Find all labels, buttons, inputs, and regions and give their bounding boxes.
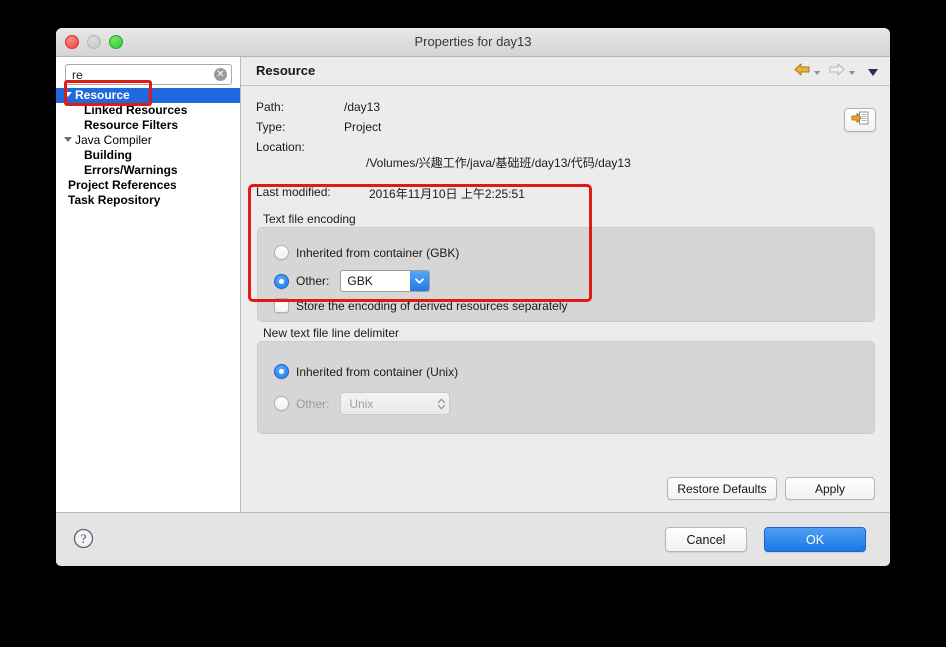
sidebar-item-resource-filters[interactable]: Resource Filters: [56, 118, 240, 133]
store-encoding-row[interactable]: Store the encoding of derived resources …: [274, 298, 568, 313]
type-label: Type:: [256, 120, 286, 134]
sidebar-item-building[interactable]: Building: [56, 148, 240, 163]
delimiter-other-radio[interactable]: [274, 396, 289, 411]
sidebar-item-label: Project References: [68, 178, 177, 192]
encoding-combo-value: GBK: [347, 274, 373, 288]
clear-search-icon[interactable]: ✕: [214, 68, 227, 81]
sidebar-item-label: Resource Filters: [84, 118, 179, 132]
last-modified-value: 2016年11月10日 上午2:25:51: [369, 187, 525, 201]
cancel-button[interactable]: Cancel: [665, 527, 747, 552]
chevron-down-icon[interactable]: [410, 271, 430, 291]
delimiter-stepper-value: Unix: [349, 396, 374, 411]
delimiter-stepper-select[interactable]: Unix: [340, 392, 451, 415]
panel-navigation: [794, 63, 878, 81]
back-arrow-icon[interactable]: [794, 63, 810, 81]
store-encoding-label: Store the encoding of derived resources …: [296, 298, 568, 313]
tree-expand-triangle-icon[interactable]: [64, 137, 72, 143]
preferences-tree: Resource Linked Resources Resource Filters…: [56, 88, 240, 208]
sidebar-item-label: Errors/Warnings: [84, 163, 178, 177]
delimiter-inherited-label: Inherited from container (Unix): [296, 364, 459, 379]
sidebar-item-linked-resources[interactable]: Linked Resources: [56, 103, 240, 118]
dialog-body: ✕ ResourceLinked ResourcesResource Filte…: [56, 57, 890, 513]
delimiter-other-row[interactable]: Other: Unix: [274, 392, 451, 415]
delimiter-inherited-radio[interactable]: [274, 364, 289, 379]
panel-header: Resource: [241, 57, 890, 86]
reveal-in-finder-icon: [851, 111, 869, 130]
window-titlebar: Properties for day13: [56, 28, 890, 57]
store-encoding-checkbox[interactable]: [274, 298, 289, 313]
window-title: Properties for day13: [414, 34, 532, 49]
delimiter-inherited-row[interactable]: Inherited from container (Unix): [274, 364, 458, 379]
encoding-other-radio[interactable]: [274, 273, 289, 289]
filter-search-wrapper: ✕: [65, 64, 232, 85]
back-history-dropdown-icon[interactable]: [814, 71, 820, 75]
sidebar-item-label: Task Repository: [68, 193, 161, 207]
dialog-footer: ? Cancel OK: [56, 512, 890, 566]
sidebar-item-label: Resource: [75, 88, 130, 102]
sidebar-item-task-repository[interactable]: Task Repository: [56, 193, 240, 208]
preferences-sidebar: ✕ ResourceLinked ResourcesResource Filte…: [56, 57, 241, 513]
encoding-group-title: Text file encoding: [263, 212, 356, 226]
sidebar-item-java-compiler[interactable]: Java Compiler: [56, 133, 240, 148]
encoding-inherited-row[interactable]: Inherited from container (GBK): [274, 245, 459, 260]
svg-text:?: ?: [81, 531, 87, 546]
resource-settings-panel: Resource Path: /day13 Type: Project Loca…: [241, 57, 890, 513]
encoding-group-box: Inherited from container (GBK) Other: GB…: [257, 227, 875, 322]
location-value: /Volumes/兴趣工作/java/基础班/day13/代码/day13: [366, 156, 631, 170]
path-value: /day13: [344, 100, 381, 114]
text-file-encoding-group: Text file encoding Inherited from contai…: [249, 212, 875, 322]
reveal-location-button[interactable]: [844, 108, 876, 132]
properties-dialog-window: Properties for day13 ✕ ResourceLinked Re…: [56, 28, 890, 566]
sidebar-item-label: Java Compiler: [75, 133, 152, 147]
help-question-icon[interactable]: ?: [73, 528, 94, 549]
sidebar-item-project-references[interactable]: Project References: [56, 178, 240, 193]
line-delimiter-group: New text file line delimiter Inherited f…: [249, 326, 875, 434]
sidebar-item-resource[interactable]: Resource: [56, 88, 240, 103]
sidebar-item-label: Linked Resources: [84, 103, 188, 117]
encoding-other-row[interactable]: Other: GBK: [274, 270, 431, 292]
sidebar-item-label: Building: [84, 148, 132, 162]
filter-search-input[interactable]: [65, 64, 232, 85]
delimiter-other-label: Other:: [296, 396, 330, 411]
apply-button[interactable]: Apply: [785, 477, 875, 500]
view-menu-triangle-icon[interactable]: [868, 68, 878, 76]
delimiter-group-box: Inherited from container (Unix) Other: U…: [257, 341, 875, 434]
tree-expand-triangle-icon[interactable]: [64, 92, 72, 98]
panel-title: Resource: [256, 63, 316, 78]
encoding-combo-box[interactable]: GBK: [340, 270, 431, 292]
encoding-inherited-label: Inherited from container (GBK): [296, 245, 460, 260]
stepper-up-down-icon[interactable]: [433, 393, 449, 414]
last-modified-label: Last modified:: [256, 185, 331, 199]
path-label: Path:: [256, 100, 285, 114]
encoding-other-label: Other:: [296, 274, 330, 288]
delimiter-group-title: New text file line delimiter: [263, 326, 400, 340]
ok-button[interactable]: OK: [764, 527, 866, 552]
forward-history-dropdown-icon: [849, 71, 855, 75]
sidebar-item-errors-warnings[interactable]: Errors/Warnings: [56, 163, 240, 178]
restore-defaults-button[interactable]: Restore Defaults: [667, 477, 777, 500]
forward-arrow-icon: [829, 63, 845, 81]
type-value: Project: [344, 120, 382, 134]
location-label: Location:: [256, 140, 305, 154]
encoding-inherited-radio[interactable]: [274, 245, 289, 260]
